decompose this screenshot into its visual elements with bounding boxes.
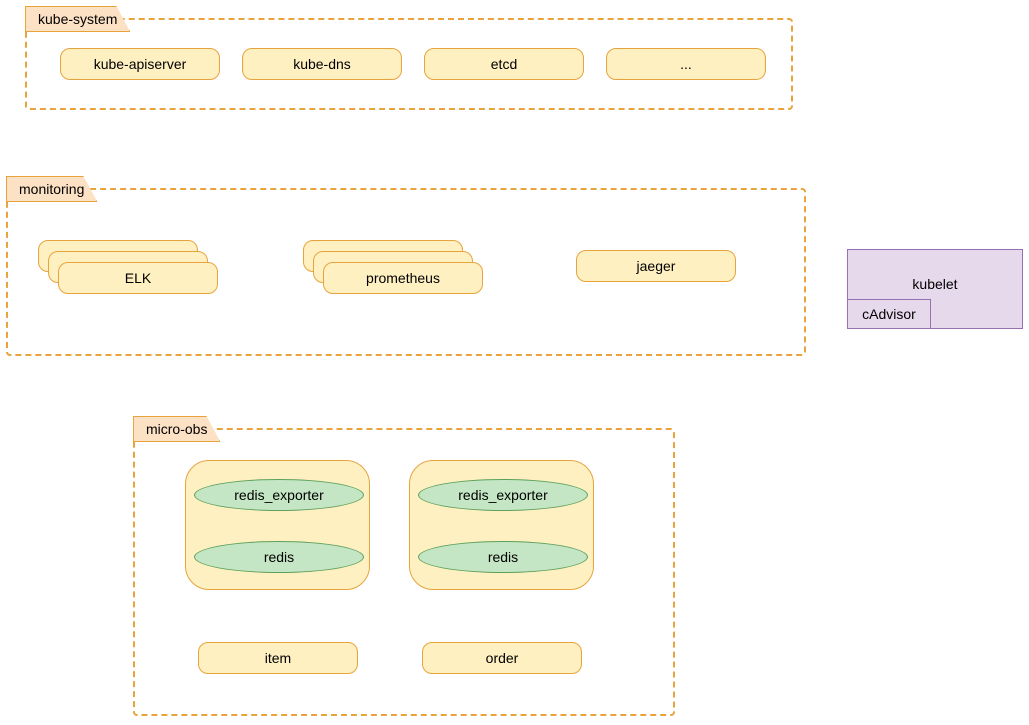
pod-jaeger: jaeger xyxy=(576,250,736,282)
cadvisor-box: cAdvisor xyxy=(847,299,931,329)
pod-label: item xyxy=(265,650,291,666)
namespace-micro-obs: micro-obs redis_exporter redis redis_exp… xyxy=(133,428,675,716)
ellipse-label: redis_exporter xyxy=(234,487,324,503)
pod-label: ELK xyxy=(125,270,151,286)
pod-label: kube-dns xyxy=(293,56,351,72)
pod-more: ... xyxy=(606,48,766,80)
namespace-label-micro-obs: micro-obs xyxy=(133,416,220,442)
pod-stack-elk: ELK xyxy=(38,240,218,294)
pod-label: jaeger xyxy=(637,258,676,274)
pod-kube-dns: kube-dns xyxy=(242,48,402,80)
namespace-label-kube-system: kube-system xyxy=(25,6,130,32)
namespace-kube-system: kube-system kube-apiserver kube-dns etcd… xyxy=(25,18,793,110)
pod-item: item xyxy=(198,642,358,674)
kubelet-box: kubelet cAdvisor xyxy=(847,249,1023,329)
pod-label: kube-apiserver xyxy=(94,56,187,72)
label-text: monitoring xyxy=(19,181,84,197)
pod-order: order xyxy=(422,642,582,674)
pod-label: etcd xyxy=(491,56,517,72)
label-text: kube-system xyxy=(38,11,117,27)
pod-label: order xyxy=(486,650,519,666)
container-redis: redis xyxy=(418,541,588,573)
container-redis-exporter: redis_exporter xyxy=(194,479,364,511)
namespace-label-monitoring: monitoring xyxy=(6,176,97,202)
pod-etcd: etcd xyxy=(424,48,584,80)
ellipse-label: redis xyxy=(264,549,294,565)
namespace-monitoring: monitoring ELK prometheus jaeger xyxy=(6,188,806,356)
stack-layer-top: prometheus xyxy=(323,262,483,294)
pod-redis-2: redis_exporter redis xyxy=(409,460,594,590)
container-redis: redis xyxy=(194,541,364,573)
pod-label: ... xyxy=(680,56,692,72)
ellipse-label: redis_exporter xyxy=(458,487,548,503)
ellipse-label: redis xyxy=(488,549,518,565)
kubelet-label: kubelet xyxy=(912,276,957,292)
pod-label: prometheus xyxy=(366,270,440,286)
label-text: micro-obs xyxy=(146,421,207,437)
container-redis-exporter: redis_exporter xyxy=(418,479,588,511)
pod-kube-apiserver: kube-apiserver xyxy=(60,48,220,80)
stack-layer-top: ELK xyxy=(58,262,218,294)
cadvisor-label: cAdvisor xyxy=(862,306,916,322)
pod-redis-1: redis_exporter redis xyxy=(185,460,370,590)
pod-stack-prometheus: prometheus xyxy=(303,240,483,294)
